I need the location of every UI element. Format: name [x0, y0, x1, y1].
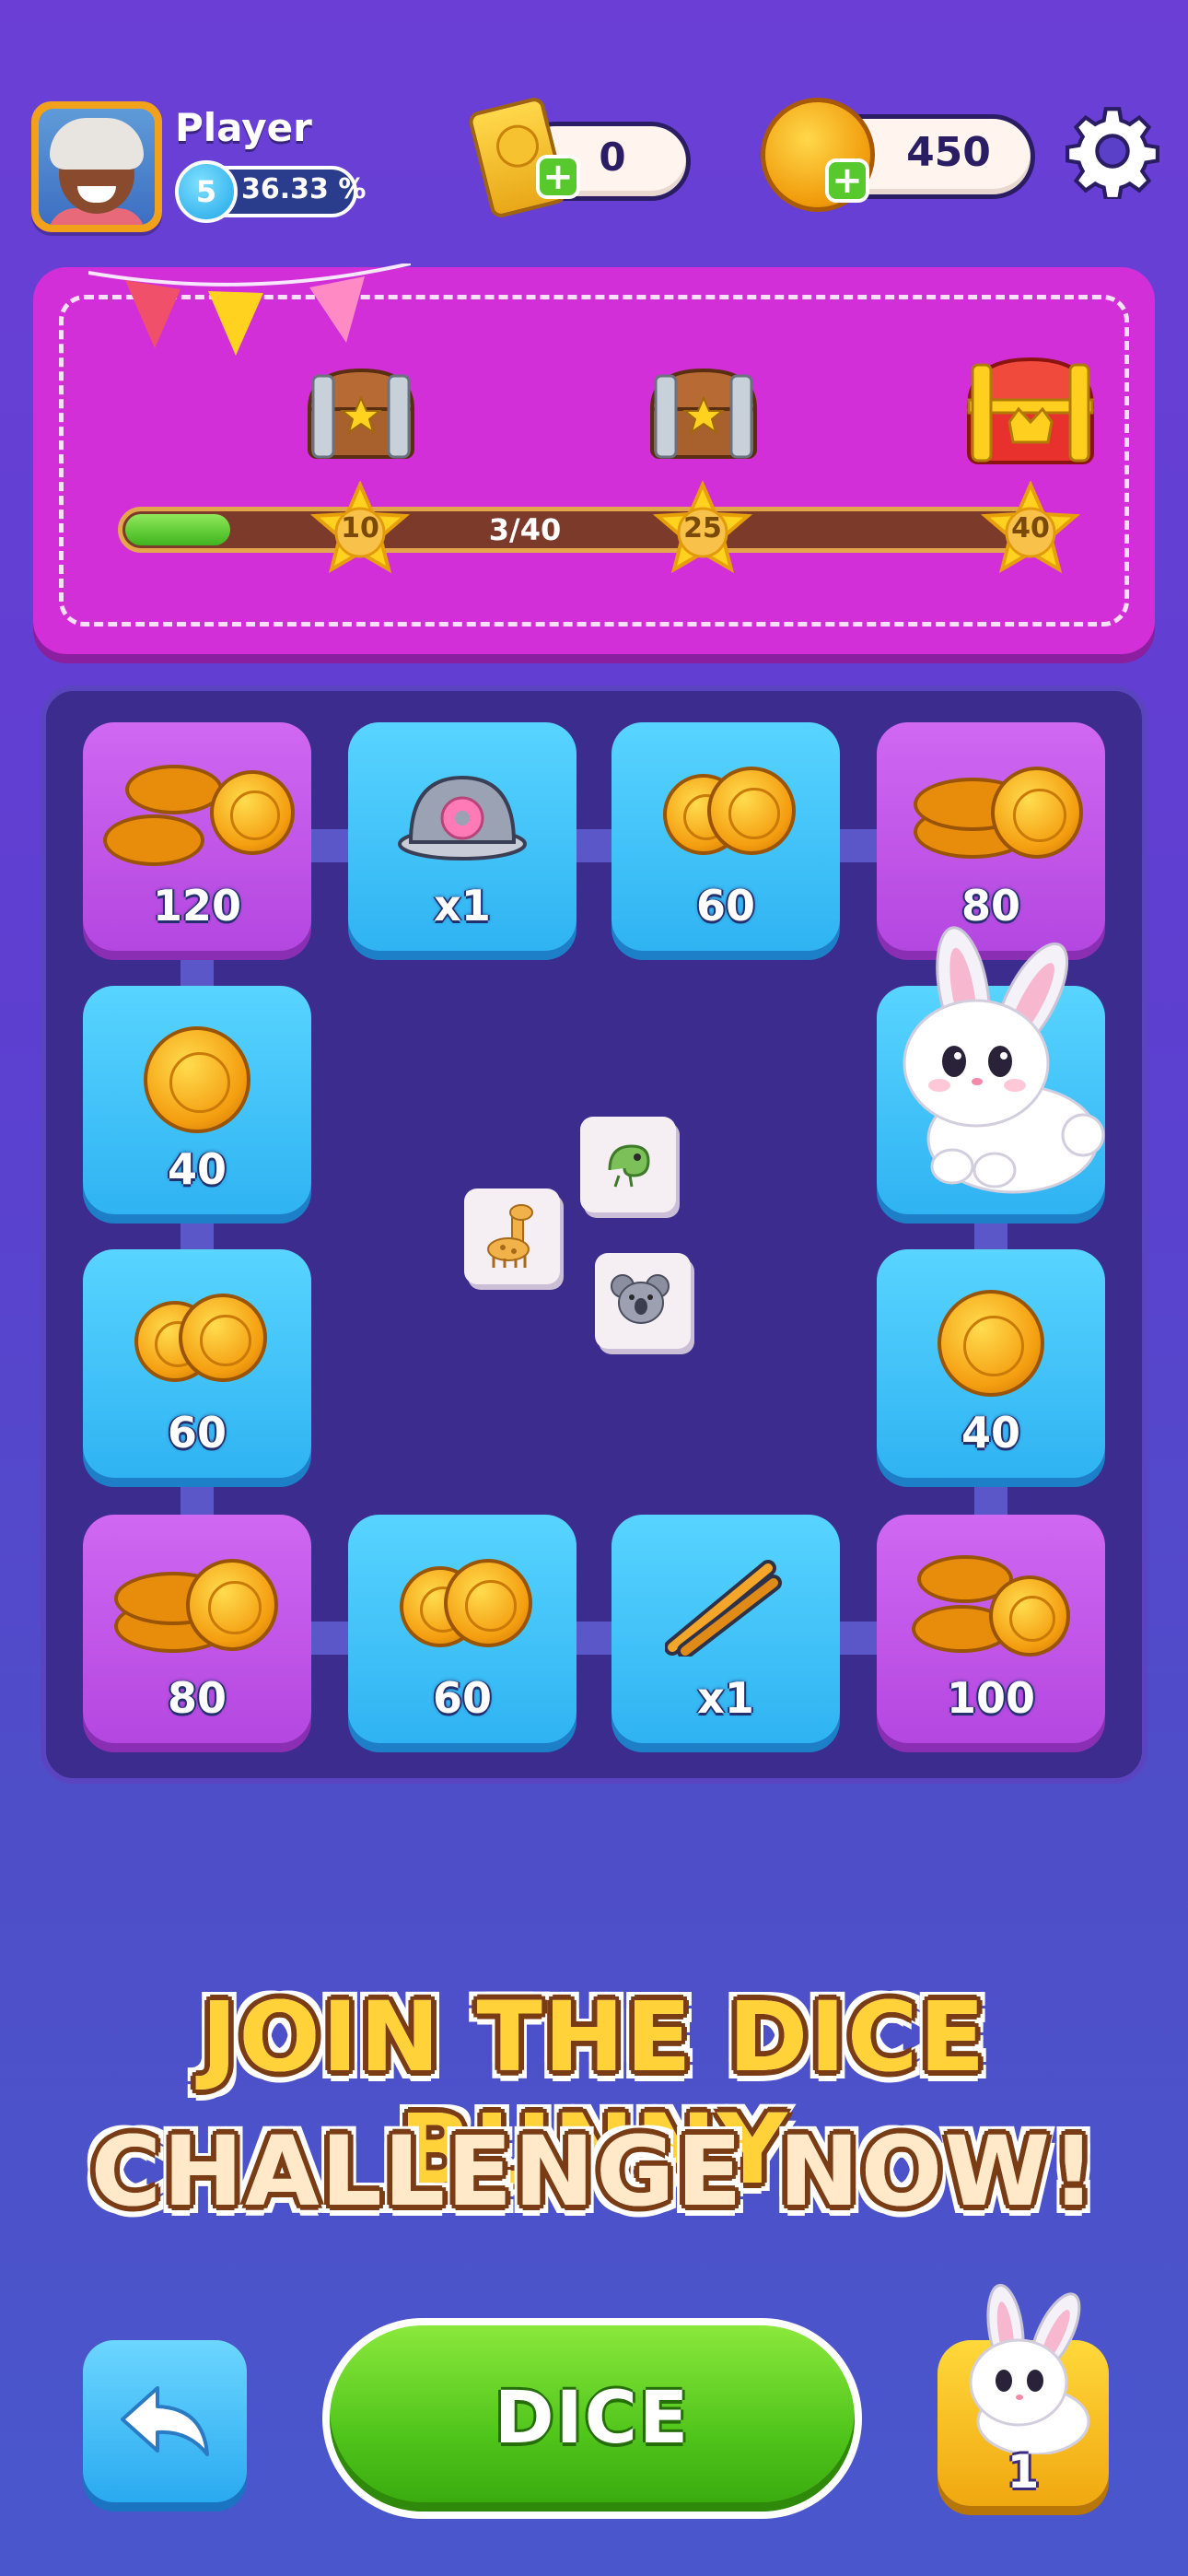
board-connector: [181, 1480, 214, 1518]
chameleon-icon: [608, 1144, 650, 1188]
dice-roll-button[interactable]: DICE: [322, 2318, 862, 2519]
dice-button-label: DICE: [330, 2325, 855, 2512]
board-connector: [974, 1214, 1007, 1253]
level-progress-text: 36.33 %: [241, 173, 367, 205]
avatar-portrait: [39, 109, 155, 225]
board-tile-coins[interactable]: 120: [83, 722, 311, 951]
settings-gear-icon[interactable]: [1065, 103, 1160, 199]
board-tile-coins[interactable]: 60: [611, 722, 840, 951]
tile-value: 80: [961, 881, 1020, 931]
milestone-label-1: 10: [341, 512, 379, 544]
board-tile-item[interactable]: x1: [348, 722, 577, 951]
progress-fill: [125, 514, 230, 545]
board-tile-item[interactable]: x1: [611, 1515, 840, 1743]
board-connector: [840, 829, 879, 862]
back-arrow-icon: [121, 2386, 209, 2456]
donut-dome-icon: [398, 775, 527, 861]
tile-value: 120: [152, 881, 242, 931]
tile-value: 60: [167, 1408, 227, 1458]
coin-count: 450: [906, 129, 991, 176]
bunting-flags-icon: [88, 263, 411, 356]
bunny-icon: [969, 2283, 1090, 2454]
add-tickets-button[interactable]: +: [536, 155, 580, 199]
tile-value: 100: [946, 1673, 1036, 1723]
board-connector: [309, 829, 348, 862]
tile-value: 40: [961, 1408, 1020, 1458]
player-name: Player: [175, 105, 312, 150]
board-connector: [309, 1622, 348, 1655]
silver-chest-icon[interactable]: [646, 363, 761, 463]
board-connector: [181, 1214, 214, 1253]
player-avatar[interactable]: [31, 101, 162, 232]
board-tile-coins[interactable]: 80: [877, 722, 1105, 951]
board-tile-coins[interactable]: 40: [877, 1249, 1105, 1478]
die-giraffe: [464, 1188, 560, 1284]
tile-value: 80: [167, 1673, 227, 1723]
board-tile-coins[interactable]: 60: [83, 1249, 311, 1478]
bunny-token-icon: [903, 926, 1105, 1194]
add-coins-button[interactable]: +: [825, 158, 869, 203]
back-button[interactable]: [83, 2340, 247, 2502]
promo-headline-line-2: CHALLENGE NOW!: [90, 2115, 1098, 2228]
milestone-label-2: 25: [683, 512, 722, 544]
board-tile-coins[interactable]: 40: [83, 986, 311, 1214]
board-connector: [575, 829, 613, 862]
board-tile-coins[interactable]: 80: [83, 1515, 311, 1743]
tile-value: 40: [167, 1144, 227, 1194]
tile-value: 60: [432, 1673, 492, 1723]
koala-icon: [611, 1274, 670, 1324]
board-connector: [840, 1622, 879, 1655]
board-tile-coins[interactable]: 100: [877, 1515, 1105, 1743]
board-connector: [974, 1480, 1007, 1518]
tongs-icon: [665, 1560, 782, 1657]
die-chameleon: [580, 1117, 676, 1212]
board-connector: [575, 1622, 613, 1655]
giraffe-icon: [487, 1204, 533, 1268]
tile-value: x1: [434, 881, 491, 931]
tile-value: 60: [695, 881, 755, 931]
silver-chest-icon[interactable]: [304, 363, 418, 463]
bunny-token-count: 1: [1007, 2445, 1040, 2499]
level-badge: 5: [175, 160, 238, 223]
tile-value: x1: [697, 1673, 754, 1723]
royal-chest-icon[interactable]: [961, 350, 1100, 468]
board-connector: [181, 949, 214, 988]
milestone-label-3: 40: [1011, 512, 1050, 544]
progress-label: 3/40: [488, 512, 562, 547]
die-koala: [595, 1253, 691, 1349]
board-tile-coins[interactable]: 60: [348, 1515, 577, 1743]
